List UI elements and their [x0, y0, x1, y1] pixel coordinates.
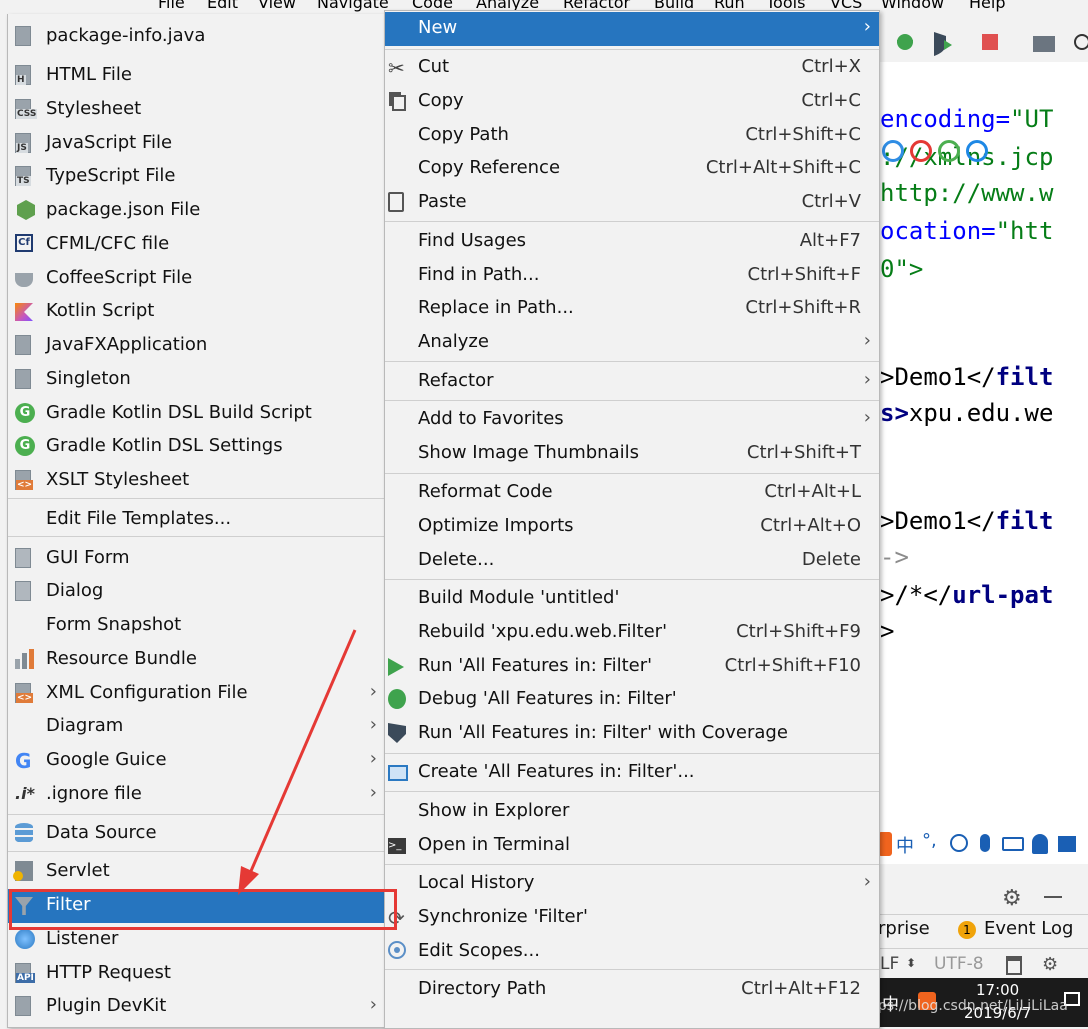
annotation-arrow [238, 629, 357, 895]
